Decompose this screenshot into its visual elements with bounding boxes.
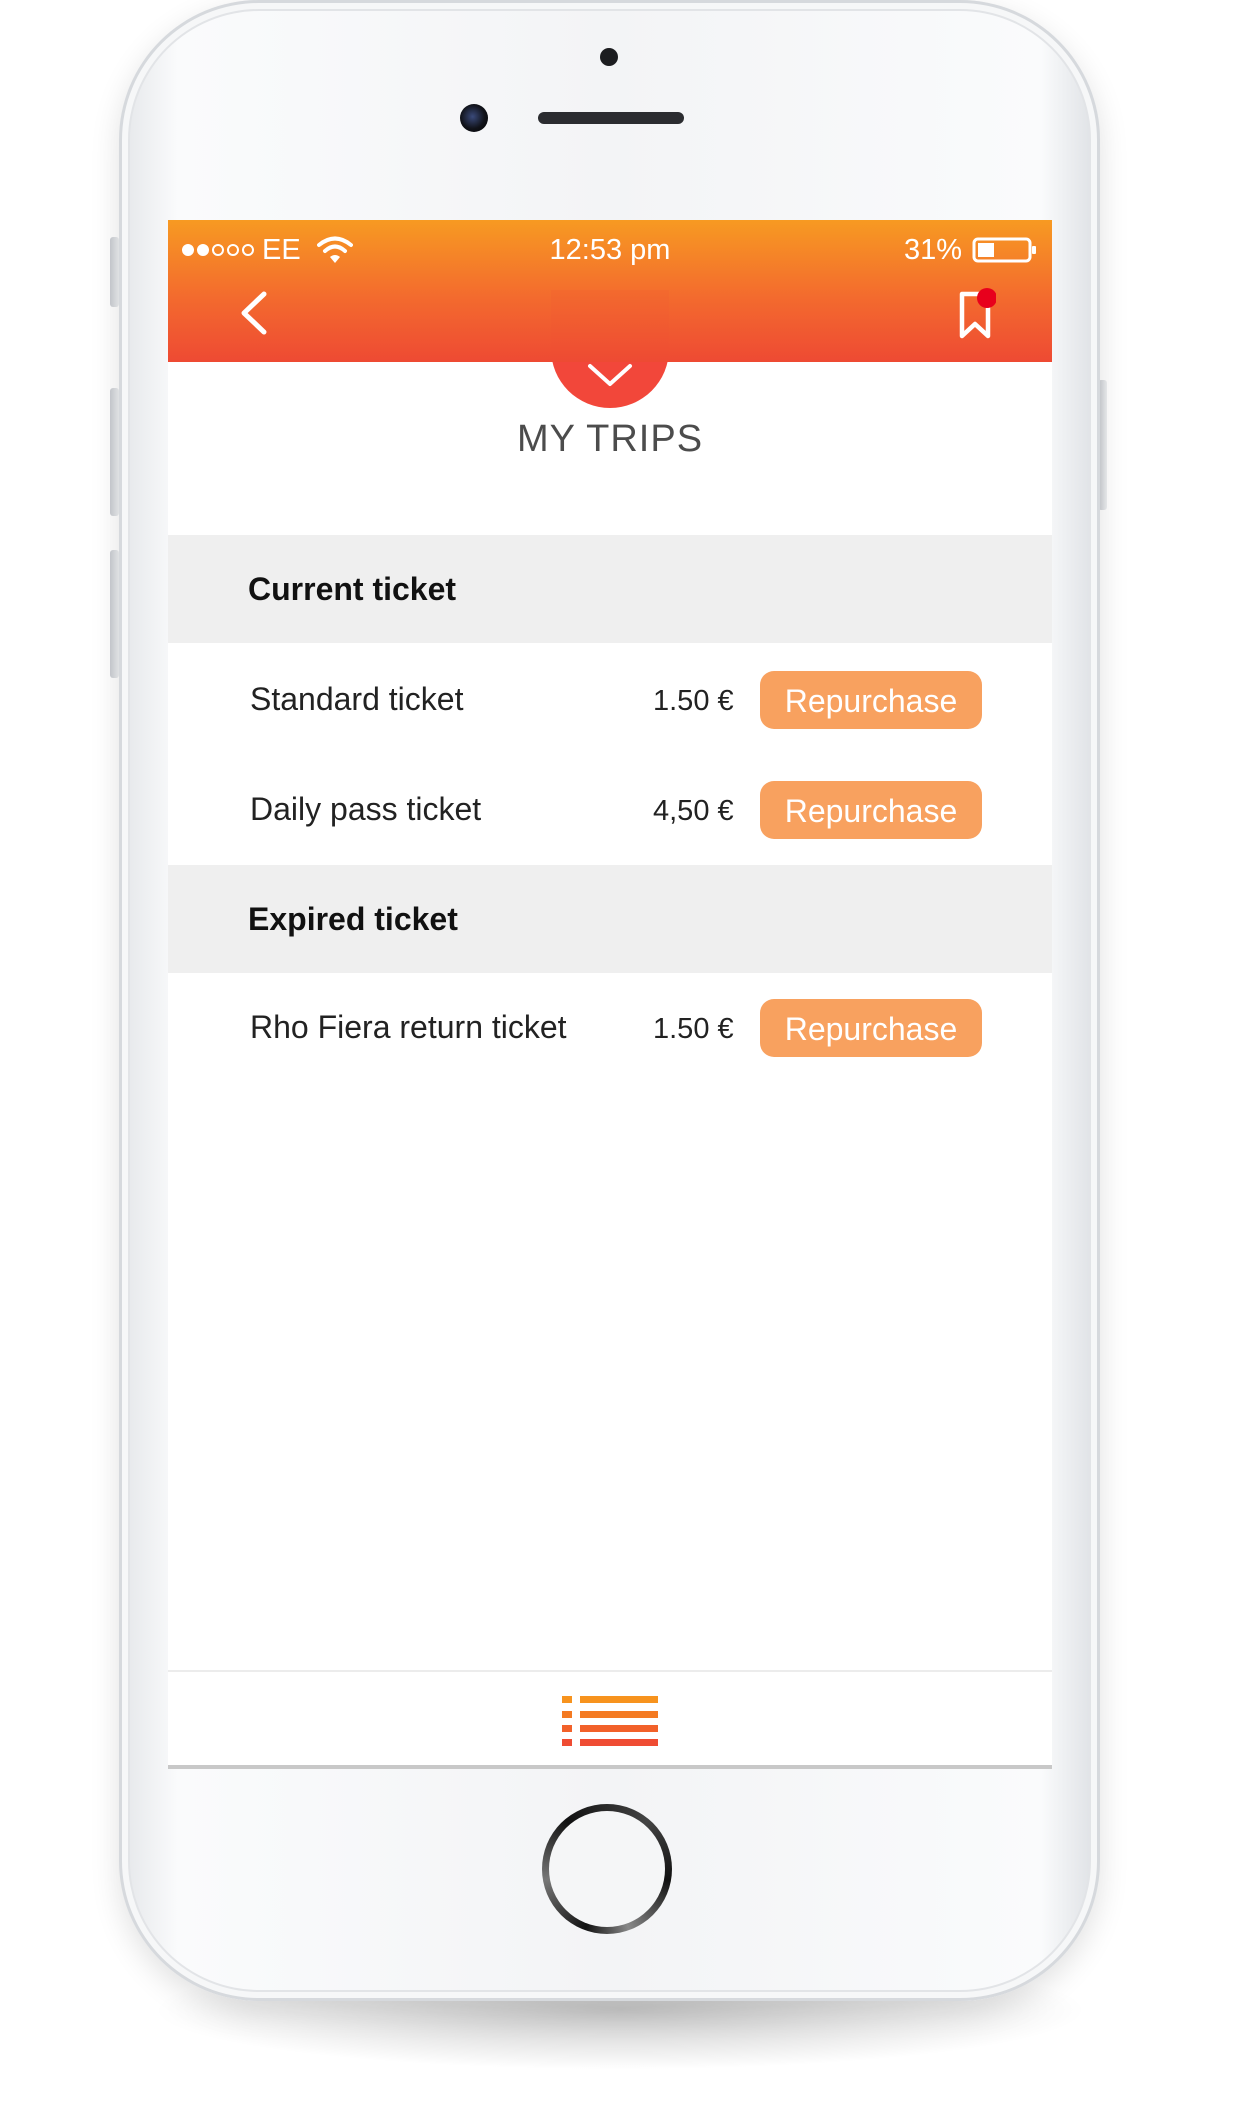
bookmark-icon[interactable]: [956, 286, 996, 342]
repurchase-button[interactable]: Repurchase: [760, 781, 982, 839]
proximity-sensor: [600, 48, 618, 66]
ticket-name: Rho Fiera return ticket: [250, 1009, 567, 1045]
repurchase-button[interactable]: Repurchase: [760, 671, 982, 729]
list-icon[interactable]: [562, 1692, 658, 1748]
repurchase-button[interactable]: Repurchase: [760, 999, 982, 1057]
section-expired-ticket: Expired ticket: [168, 865, 1052, 973]
ticket-price: 4,50 €: [653, 795, 734, 827]
ticket-name: Daily pass ticket: [250, 791, 482, 827]
section-label: Expired ticket: [248, 901, 458, 937]
home-button[interactable]: [542, 1804, 672, 1934]
list-item: Daily pass ticket 4,50 € Repurchase: [168, 755, 1052, 865]
list-item: Rho Fiera return ticket 1.50 € Repurchas…: [168, 973, 1052, 1083]
section-label: Current ticket: [248, 571, 457, 607]
page-title: MY TRIPS: [516, 418, 704, 460]
ticket-price: 1.50 €: [653, 1013, 734, 1045]
earpiece-speaker: [538, 112, 684, 124]
front-camera: [460, 104, 488, 132]
battery-icon: [972, 237, 1036, 263]
chevron-down-icon[interactable]: [586, 362, 634, 390]
volume-up-button: [110, 388, 119, 516]
mute-switch: [110, 237, 119, 307]
screen-bottom-edge: [168, 1765, 1052, 1769]
notification-badge: [977, 288, 996, 308]
volume-down-button: [110, 550, 119, 678]
status-battery: 31%: [904, 230, 1038, 270]
battery-percent: 31%: [903, 234, 962, 266]
app-screen: EE 12:53 pm 31% MENU MY: [168, 220, 1052, 1769]
section-current-ticket: Current ticket: [168, 535, 1052, 643]
list-item: Standard ticket 1.50 € Repurchase: [168, 645, 1052, 755]
home-button-face: [549, 1811, 665, 1927]
bottom-tab-bar: [168, 1670, 1052, 1767]
ticket-price: 1.50 €: [653, 685, 734, 717]
header-overlap: [551, 290, 669, 362]
ticket-name: Standard ticket: [250, 681, 464, 717]
